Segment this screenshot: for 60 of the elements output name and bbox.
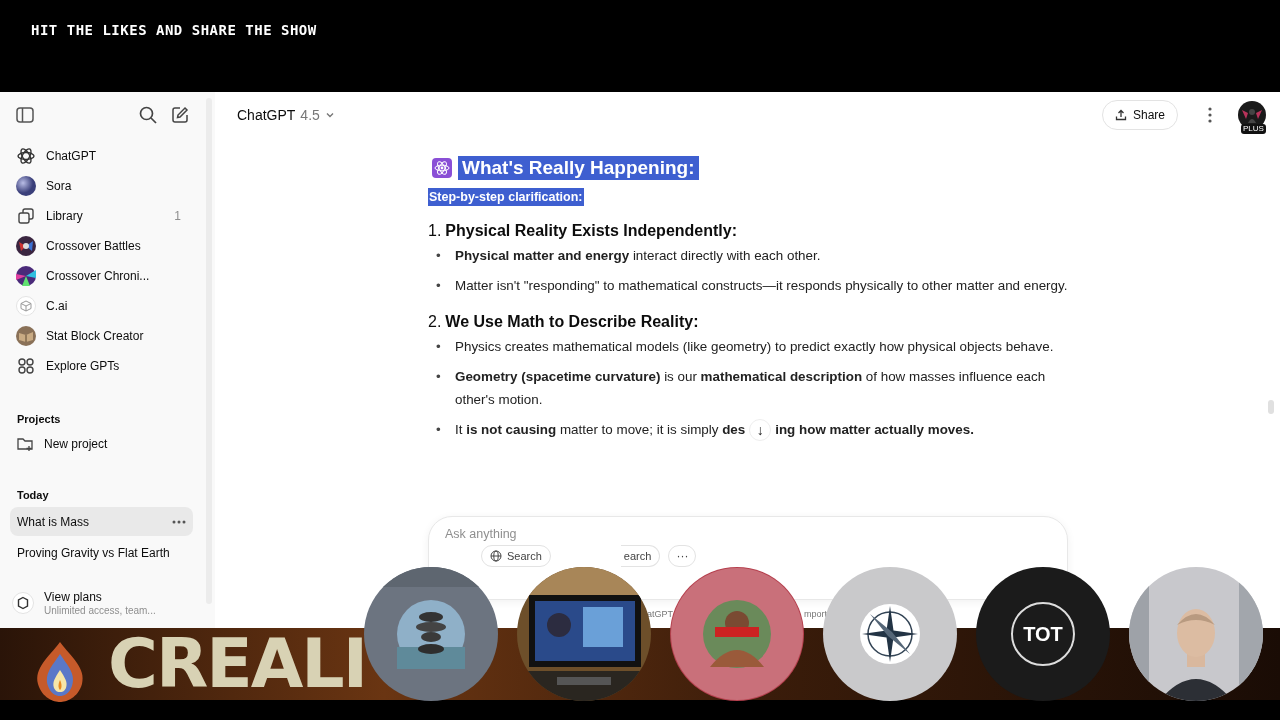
sidebar-item[interactable]: Stat Block Creator	[10, 321, 193, 351]
section-heading: Projects	[17, 412, 62, 427]
folder-plus-icon	[16, 435, 34, 453]
library-icon	[16, 206, 36, 226]
sidebar-item[interactable]: Sora	[10, 171, 193, 201]
atom-icon	[432, 158, 452, 178]
footer-text: mport	[804, 609, 827, 619]
bullet-marker: •	[436, 421, 442, 439]
section-heading: 1. Physical Reality Exists Independently:	[428, 222, 738, 240]
bullet-text: Physics creates mathematical models (like geometry) to predict exactly how physical objects behave.	[455, 338, 1054, 356]
bullet-text: Matter isn't "responding" to mathematical constructs—it responds physically to other matter and energy.	[455, 277, 1068, 295]
scrollbar-thumb[interactable]	[1268, 400, 1274, 414]
sidebar-item[interactable]: Library 1	[10, 201, 193, 231]
chat-item[interactable]: What is Mass	[10, 507, 193, 536]
grid-icon	[16, 356, 36, 376]
bullet-text: It is not causing matter to move; it is simply des	[455, 421, 746, 439]
kebab-menu-icon[interactable]	[1208, 107, 1212, 123]
sidebar-item[interactable]: Explore GPTs	[10, 351, 193, 381]
section-heading: 2. We Use Math to Describe Reality:	[428, 313, 700, 331]
sidebar-item[interactable]: Crossover Battles	[10, 231, 193, 261]
sidebar-item[interactable]: C.ai	[10, 291, 193, 321]
tool-button[interactable]: earch	[620, 545, 661, 567]
bullet-marker: •	[436, 247, 442, 265]
bullet-text: Geometry (spacetime curvature) is our mathematical description of how masses influence each other's motion.	[455, 368, 1047, 409]
item-count: 1	[174, 209, 182, 223]
share-button[interactable]: Share	[1101, 100, 1178, 130]
chat-item[interactable]: Proving Gravity vs Flat Earth	[10, 538, 193, 567]
response-heading: What's Really Happening:	[458, 156, 699, 180]
globe-icon	[490, 550, 502, 562]
bullet-text: Physical matter and energy interact directly with each other.	[455, 247, 821, 265]
stream-caption: HIT THE LIKES AND SHARE THE SHOW	[31, 22, 317, 38]
sidebar-item[interactable]: ChatGPT	[10, 141, 193, 171]
caret-icon	[324, 110, 335, 120]
bullet-text: ing how matter actually moves.	[775, 421, 974, 439]
sphere-icon	[16, 176, 36, 196]
more-button[interactable]: ···	[668, 545, 697, 567]
bullet-marker: •	[436, 368, 442, 386]
banner-logo-text: CREALI	[108, 624, 366, 703]
scroll-down-button[interactable]: ↓	[749, 418, 772, 441]
section-heading: Today	[17, 488, 50, 503]
tool-button[interactable]: Search	[481, 545, 551, 567]
knot-logo-icon	[16, 146, 36, 166]
view-plans-item[interactable]: View plans Unlimited access, team...	[12, 590, 156, 616]
sidebar-toggle-icon[interactable]	[16, 106, 34, 124]
compass-icon	[858, 602, 922, 666]
plans-icon	[12, 592, 34, 614]
sidebar-item[interactable]: Crossover Chroni...	[10, 261, 193, 291]
participant-label: TOT	[1011, 602, 1075, 666]
response-subheading: Step-by-step clarification:	[428, 188, 584, 206]
plan-badge: PLUS	[1241, 124, 1266, 134]
model-selector[interactable]: ChatGPT 4.5	[237, 107, 335, 123]
new-project-item[interactable]: New project	[10, 429, 193, 459]
share-icon	[1114, 109, 1127, 121]
bullet-marker: •	[436, 338, 442, 356]
bullet-marker: •	[436, 277, 442, 295]
more-icon[interactable]	[172, 519, 186, 524]
compose-icon[interactable]	[171, 106, 189, 124]
footer-text: atGPT	[647, 609, 673, 619]
search-icon[interactable]	[139, 106, 157, 124]
cube-icon	[16, 296, 36, 316]
